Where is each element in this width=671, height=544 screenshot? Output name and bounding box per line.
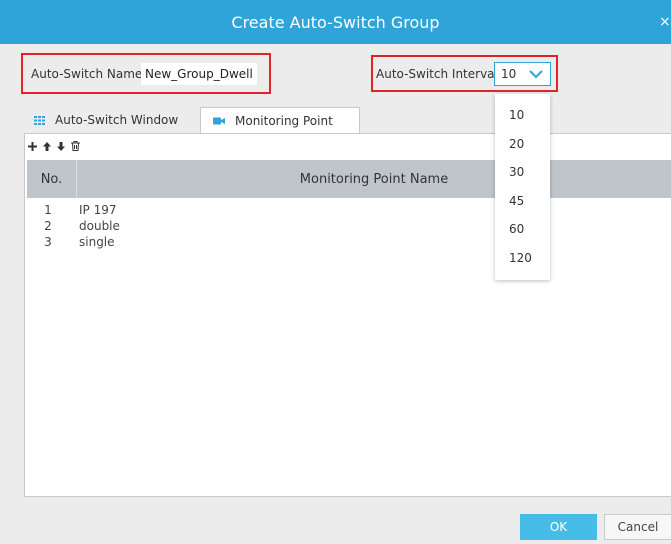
interval-option[interactable]: 10 bbox=[495, 101, 550, 130]
row-number: 2 bbox=[44, 219, 52, 233]
interval-option[interactable]: 60 bbox=[495, 215, 550, 244]
ok-button[interactable]: OK bbox=[520, 514, 597, 540]
row-point-name: IP 197 bbox=[79, 203, 117, 217]
interval-selected-value: 10 bbox=[501, 67, 517, 81]
interval-option[interactable]: 30 bbox=[495, 158, 550, 187]
tab-monitoring-point[interactable]: Monitoring Point bbox=[200, 107, 360, 133]
chevron-down-icon bbox=[528, 67, 544, 84]
row-point-name: single bbox=[79, 235, 115, 249]
grid-icon bbox=[34, 115, 45, 125]
row-number: 3 bbox=[44, 235, 52, 249]
tab-label: Monitoring Point bbox=[235, 113, 333, 128]
auto-switch-name-input[interactable] bbox=[141, 63, 257, 85]
delete-icon[interactable] bbox=[71, 141, 80, 151]
add-icon[interactable] bbox=[28, 141, 37, 151]
tab-auto-switch-window[interactable]: Auto-Switch Window bbox=[24, 107, 192, 133]
monitoring-point-panel: No. Monitoring Point Name 1 IP 197 2 dou… bbox=[24, 133, 671, 497]
dialog-titlebar: Create Auto-Switch Group × bbox=[0, 0, 671, 44]
interval-select[interactable]: 10 bbox=[494, 62, 551, 86]
dialog-title: Create Auto-Switch Group bbox=[231, 12, 440, 32]
camera-icon bbox=[213, 117, 225, 125]
move-up-icon[interactable] bbox=[43, 141, 51, 151]
column-header-no[interactable]: No. bbox=[27, 160, 77, 198]
list-toolbar bbox=[28, 140, 80, 152]
interval-option[interactable]: 45 bbox=[495, 187, 550, 216]
close-icon[interactable]: × bbox=[659, 13, 671, 31]
tab-label: Auto-Switch Window bbox=[55, 113, 179, 127]
table-header: No. Monitoring Point Name bbox=[27, 160, 671, 198]
move-down-icon[interactable] bbox=[57, 141, 65, 151]
interval-dropdown-list: 10 20 30 45 60 120 bbox=[495, 94, 550, 280]
row-point-name: double bbox=[79, 219, 120, 233]
row-number: 1 bbox=[44, 203, 52, 217]
column-header-monitoring-point-name[interactable]: Monitoring Point Name bbox=[77, 160, 671, 198]
interval-option[interactable]: 20 bbox=[495, 130, 550, 159]
interval-option[interactable]: 120 bbox=[495, 244, 550, 273]
auto-switch-interval-label: Auto-Switch Interval bbox=[376, 67, 498, 81]
auto-switch-name-label: Auto-Switch Name bbox=[31, 67, 143, 81]
cancel-button[interactable]: Cancel bbox=[604, 514, 671, 540]
